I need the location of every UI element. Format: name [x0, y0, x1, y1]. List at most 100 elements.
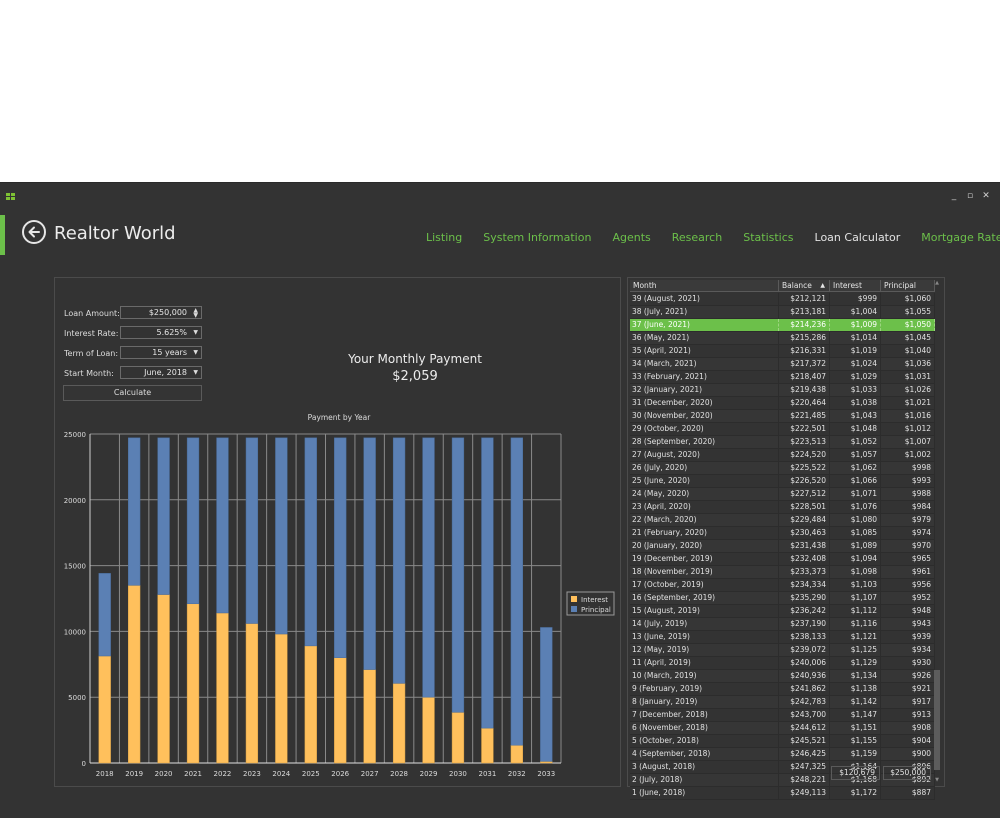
balance-cell: $240,006 [779, 657, 830, 669]
month-cell: 24 (May, 2020) [630, 488, 779, 500]
table-row[interactable]: 31 (December, 2020) $220,464 $1,038 $1,021 [630, 397, 935, 410]
nav-loan-calculator[interactable]: Loan Calculator [815, 231, 901, 244]
bar-principal-2020 [157, 437, 170, 595]
table-row[interactable]: 13 (June, 2019) $238,133 $1,121 $939 [630, 631, 935, 644]
table-row[interactable]: 5 (October, 2018) $245,521 $1,155 $904 [630, 735, 935, 748]
table-row[interactable]: 21 (February, 2020) $230,463 $1,085 $974 [630, 527, 935, 540]
table-row[interactable]: 23 (April, 2020) $228,501 $1,076 $984 [630, 501, 935, 514]
scroll-thumb[interactable] [934, 670, 940, 770]
table-row[interactable]: 25 (June, 2020) $226,520 $1,066 $993 [630, 475, 935, 488]
balance-cell: $232,408 [779, 553, 830, 565]
table-row[interactable]: 1 (June, 2018) $249,113 $1,172 $887 [630, 787, 935, 800]
principal-cell: $939 [881, 631, 935, 643]
x-tick-label: 2032 [508, 770, 526, 778]
column-header-interest[interactable]: Interest [830, 280, 881, 292]
y-tick-label: 20000 [64, 497, 86, 505]
loan-calculator-panel: Loan Amount: $250,000 ▲ ▼ Interest Rate: … [54, 277, 621, 787]
back-button[interactable] [22, 220, 46, 244]
table-row[interactable]: 9 (February, 2019) $241,862 $1,138 $921 [630, 683, 935, 696]
table-row[interactable]: 20 (January, 2020) $231,438 $1,089 $970 [630, 540, 935, 553]
month-cell: 25 (June, 2020) [630, 475, 779, 487]
nav-statistics[interactable]: Statistics [743, 231, 793, 244]
table-row[interactable]: 36 (May, 2021) $215,286 $1,014 $1,045 [630, 332, 935, 345]
x-tick-label: 2028 [390, 770, 408, 778]
table-row[interactable]: 29 (October, 2020) $222,501 $1,048 $1,012 [630, 423, 935, 436]
bar-principal-2024 [275, 437, 288, 635]
principal-cell: $984 [881, 501, 935, 513]
month-cell: 30 (November, 2020) [630, 410, 779, 422]
principal-cell: $1,026 [881, 384, 935, 396]
table-row[interactable]: 39 (August, 2021) $212,121 $999 $1,060 [630, 293, 935, 306]
nav-listing[interactable]: Listing [426, 231, 462, 244]
table-row[interactable]: 26 (July, 2020) $225,522 $1,062 $998 [630, 462, 935, 475]
scroll-up-icon[interactable]: ▲ [933, 280, 941, 286]
table-row[interactable]: 28 (September, 2020) $223,513 $1,052 $1,007 [630, 436, 935, 449]
table-row[interactable]: 22 (March, 2020) $229,484 $1,080 $979 [630, 514, 935, 527]
grid-scrollbar[interactable]: ▲ ▼ [933, 280, 941, 783]
x-tick-label: 2026 [331, 770, 349, 778]
month-cell: 39 (August, 2021) [630, 293, 779, 305]
column-header-principal[interactable]: Principal [881, 280, 935, 292]
balance-cell: $244,612 [779, 722, 830, 734]
nav-mortgage-rates[interactable]: Mortgage Rates [921, 231, 1000, 244]
maximize-button[interactable]: ▫ [966, 191, 974, 201]
legend-label-interest: Interest [581, 596, 608, 604]
interest-cell: $1,080 [830, 514, 881, 526]
month-cell: 33 (February, 2021) [630, 371, 779, 383]
interest-cell: $1,071 [830, 488, 881, 500]
nav-agents[interactable]: Agents [612, 231, 650, 244]
x-tick-label: 2029 [420, 770, 438, 778]
x-tick-label: 2020 [155, 770, 173, 778]
table-row[interactable]: 4 (September, 2018) $246,425 $1,159 $900 [630, 748, 935, 761]
bar-principal-2029 [422, 437, 435, 698]
table-row[interactable]: 14 (July, 2019) $237,190 $1,116 $943 [630, 618, 935, 631]
table-row[interactable]: 34 (March, 2021) $217,372 $1,024 $1,036 [630, 358, 935, 371]
principal-cell: $887 [881, 787, 935, 799]
x-tick-label: 2022 [214, 770, 232, 778]
nav-system-information[interactable]: System Information [483, 231, 591, 244]
table-row[interactable]: 7 (December, 2018) $243,700 $1,147 $913 [630, 709, 935, 722]
principal-cell: $998 [881, 462, 935, 474]
table-row[interactable]: 32 (January, 2021) $219,438 $1,033 $1,026 [630, 384, 935, 397]
table-row[interactable]: 12 (May, 2019) $239,072 $1,125 $934 [630, 644, 935, 657]
principal-cell: $1,012 [881, 423, 935, 435]
table-row[interactable]: 17 (October, 2019) $234,334 $1,103 $956 [630, 579, 935, 592]
table-row[interactable]: 10 (March, 2019) $240,936 $1,134 $926 [630, 670, 935, 683]
balance-cell: $234,334 [779, 579, 830, 591]
table-row[interactable]: 30 (November, 2020) $221,485 $1,043 $1,016 [630, 410, 935, 423]
table-row[interactable]: 15 (August, 2019) $236,242 $1,112 $948 [630, 605, 935, 618]
balance-cell: $241,862 [779, 683, 830, 695]
table-row[interactable]: 11 (April, 2019) $240,006 $1,129 $930 [630, 657, 935, 670]
table-row[interactable]: 24 (May, 2020) $227,512 $1,071 $988 [630, 488, 935, 501]
interest-cell: $1,076 [830, 501, 881, 513]
table-row[interactable]: 8 (January, 2019) $242,783 $1,142 $917 [630, 696, 935, 709]
interest-cell: $1,033 [830, 384, 881, 396]
balance-cell: $231,438 [779, 540, 830, 552]
column-header-month[interactable]: Month [630, 280, 779, 292]
table-row[interactable]: 37 (June, 2021) $214,236 $1,009 $1,050 [630, 319, 935, 332]
scroll-down-icon[interactable]: ▼ [933, 777, 941, 783]
bar-interest-2018 [98, 655, 111, 764]
nav-research[interactable]: Research [672, 231, 722, 244]
balance-cell: $224,520 [779, 449, 830, 461]
table-row[interactable]: 27 (August, 2020) $224,520 $1,057 $1,002 [630, 449, 935, 462]
table-row[interactable]: 19 (December, 2019) $232,408 $1,094 $965 [630, 553, 935, 566]
bar-interest-2025 [304, 645, 317, 764]
balance-cell: $233,373 [779, 566, 830, 578]
month-cell: 8 (January, 2019) [630, 696, 779, 708]
interest-cell: $1,121 [830, 631, 881, 643]
minimize-button[interactable]: _ [950, 191, 958, 201]
table-row[interactable]: 16 (September, 2019) $235,290 $1,107 $952 [630, 592, 935, 605]
grid-body: 39 (August, 2021) $212,121 $999 $1,060 38 (J… [630, 293, 935, 800]
table-row[interactable]: 18 (November, 2019) $233,373 $1,098 $961 [630, 566, 935, 579]
column-header-balance[interactable]: Balance ▲ [779, 280, 830, 292]
x-tick-label: 2030 [449, 770, 467, 778]
table-row[interactable]: 33 (February, 2021) $218,407 $1,029 $1,031 [630, 371, 935, 384]
main-nav: Listing System Information Agents Research S… [426, 231, 1000, 244]
close-button[interactable]: ✕ [982, 191, 990, 201]
month-cell: 5 (October, 2018) [630, 735, 779, 747]
table-row[interactable]: 6 (November, 2018) $244,612 $1,151 $908 [630, 722, 935, 735]
interest-cell: $1,142 [830, 696, 881, 708]
table-row[interactable]: 35 (April, 2021) $216,331 $1,019 $1,040 [630, 345, 935, 358]
table-row[interactable]: 38 (July, 2021) $213,181 $1,004 $1,055 [630, 306, 935, 319]
